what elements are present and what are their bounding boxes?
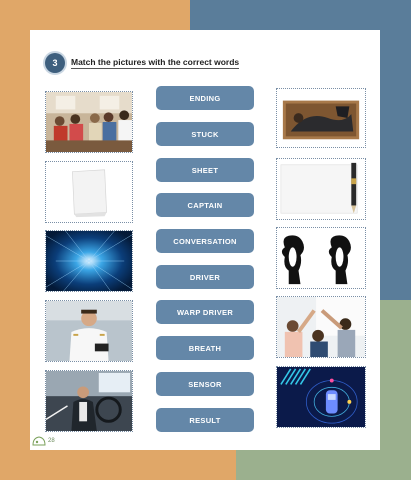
picture-result[interactable] <box>276 296 366 358</box>
word-button-breath[interactable]: BREATH <box>156 336 254 360</box>
word-button-result[interactable]: RESULT <box>156 408 254 432</box>
leaf-logo-icon <box>32 436 46 446</box>
word-button-ending[interactable]: ENDING <box>156 86 254 110</box>
picture-sensor[interactable] <box>276 227 366 289</box>
word-button-warp-driver[interactable]: WARP DRIVER <box>156 300 254 324</box>
worksheet: 3 Match the pictures with the correct wo… <box>30 30 380 450</box>
word-button-captain[interactable]: CAPTAIN <box>156 193 254 217</box>
exercise-header: 3 Match the pictures with the correct wo… <box>45 52 240 74</box>
exercise-instruction: Match the pictures with the correct word… <box>71 57 240 69</box>
word-button-stuck[interactable]: STUCK <box>156 122 254 146</box>
picture-stuck[interactable] <box>276 88 366 148</box>
picture-sheet[interactable] <box>45 161 133 223</box>
word-button-sheet[interactable]: SHEET <box>156 158 254 182</box>
picture-breath[interactable] <box>276 158 366 220</box>
page-number: 28 <box>48 438 55 444</box>
footer-logo: 28 <box>32 436 55 446</box>
exercise-number-badge: 3 <box>45 53 65 73</box>
picture-captain[interactable] <box>45 300 133 362</box>
picture-driver[interactable] <box>45 370 133 432</box>
word-button-driver[interactable]: DRIVER <box>156 265 254 289</box>
word-button-conversation[interactable]: CONVERSATION <box>156 229 254 253</box>
picture-sensor-car[interactable] <box>276 366 366 428</box>
picture-conversation[interactable] <box>45 91 133 153</box>
picture-warp-drive[interactable] <box>45 230 133 292</box>
background-green-side <box>380 300 411 480</box>
word-button-sensor[interactable]: SENSOR <box>156 372 254 396</box>
